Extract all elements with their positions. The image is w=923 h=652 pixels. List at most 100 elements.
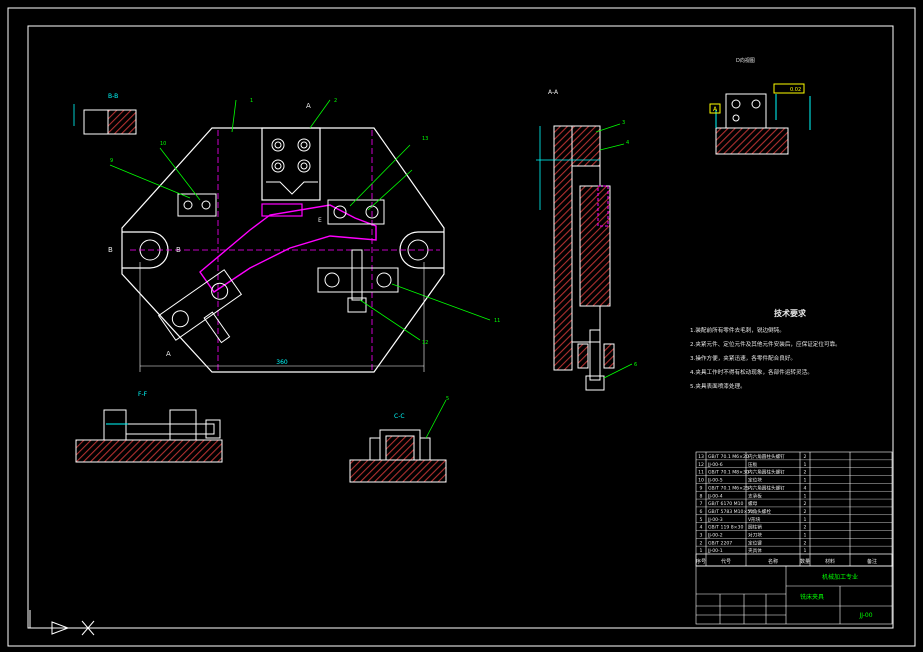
balloon-13: 13 [422,136,428,142]
bom-cell-qty: 1 [804,517,807,523]
bom-col-code: 代号 [721,558,731,565]
bom-col-qty: 数量 [800,558,810,565]
notes-title: 技术要求 [774,308,807,318]
bom-cell-qty: 2 [804,509,807,515]
bom-cell-name: 定位块 [748,477,762,484]
marker-a-top: A [306,102,311,110]
balloon-4: 4 [626,140,629,146]
overall-width-dimension: 360 [276,359,288,366]
section-ff-label: F-F [138,391,148,398]
bom-cell-code: JJ-00-6 [707,462,723,468]
bom-rows: 13 GB/T 70.1 M6×20 内六角圆柱头螺钉 212 JJ-00-6 压板 111… [696,453,892,554]
bom-cell-no: 3 [700,533,703,539]
clamp-assembly-right [317,199,399,313]
bom-cell-code: JJ-00-5 [707,478,723,484]
section-cc-label: C-C [394,413,405,420]
screw-holes [271,138,311,173]
note-line-1: 1.装配前所有零件去毛刺，锐边倒钝。 [690,326,785,334]
bom-col-note: 备注 [867,558,877,565]
marker-a-bottom: A [166,350,171,358]
workpiece [199,204,377,293]
bom-cell-qty: 2 [804,525,807,531]
drawing-inner-frame [27,25,894,629]
note-line-4: 4.夹具工作时不得有松动现象，各部件运转灵活。 [690,368,813,376]
bom-col-material: 材料 [825,558,835,565]
bom-cell-name: 定位键 [748,539,762,546]
bom-cell-code: GB/T 70.1 M6×20 [708,454,749,460]
marker-b-left: B [108,246,113,254]
title-drawing-name: 铣床夹具 [800,593,824,601]
bom-col-name: 名称 [768,558,778,565]
bom-cell-qty: 4 [804,485,807,491]
bom-cell-code: GB/T 5783 M10×50 [708,509,753,515]
bom-cell-no: 12 [698,462,704,468]
bom-cell-qty: 1 [804,533,807,539]
bom-cell-code: GB/T 70.1 M8×30 [708,470,749,476]
section-ff-view[interactable]: F-F [75,391,223,463]
balloon-6: 6 [634,362,637,368]
bom-cell-no: 4 [700,525,703,531]
bom-cell-no: 2 [700,540,703,546]
note-line-3: 3.操作方便，夹紧迅速，各零件配合良好。 [690,354,796,362]
section-bb-view[interactable]: B-B [73,93,137,135]
bom-cell-name: 六角头螺栓 [748,508,771,515]
ucs-icon [29,610,95,636]
bom-cell-qty: 1 [804,493,807,499]
clamp-assembly-left [157,193,243,344]
bom-cell-name: V形块 [748,516,761,523]
bom-cell-qty: 1 [804,462,807,468]
datum-label: A [713,106,718,113]
section-aa-label: A-A [548,89,559,96]
bom-cell-no: 1 [700,548,703,554]
balloon-5: 5 [446,396,449,402]
bom-cell-code: GB/T 119 8×30 [708,525,743,531]
bom-cell-name: 内六角圆柱头螺钉 [748,453,785,460]
drawing-outer-frame [7,7,916,647]
flatness-tolerance: 0.02 [790,87,801,93]
bom-cell-qty: 1 [804,478,807,484]
bom-cell-code: GB/T 70.1 M6×25 [708,485,749,491]
note-line-2: 2.夹紧元件、定位元件及其他元件安装后，应保证定位可靠。 [690,340,841,348]
bom-cell-name: 内六角圆柱头螺钉 [748,469,785,476]
bom-cell-name: 内六角圆柱头螺钉 [748,484,785,491]
section-bb-label: B-B [108,93,118,100]
marker-e: E [318,217,322,224]
main-plan-view[interactable]: 360 B B A A E 1 2 9 10 11 12 13 [108,98,500,373]
bom-cell-name: 对刀块 [748,532,762,539]
balloon-9: 9 [110,158,113,164]
rotated-view[interactable]: D向视图 A 0.02 [709,57,811,155]
section-aa-view[interactable]: A-A 3 4 6 [536,89,637,391]
balloon-12: 12 [422,340,428,346]
balloon-2: 2 [334,98,337,104]
bom-cell-no: 8 [700,493,703,499]
bom-cell-no: 10 [698,478,704,484]
marker-b-right: B [176,246,181,254]
bom-cell-no: 7 [700,501,703,507]
v-block [261,127,321,201]
bom-cell-no: 13 [698,454,704,460]
bom-cell-code: JJ-00-3 [707,517,723,523]
bom-cell-no: 9 [700,485,703,491]
title-school: 机械加工专业 [822,573,858,581]
bom-cell-no: 5 [700,517,703,523]
bom-cell-name: 圆柱销 [748,524,762,531]
bom-cell-code: GB/T 6170 M10 [708,501,744,507]
bom-cell-name: 夹具体 [748,547,762,554]
balloon-1: 1 [250,98,253,104]
bom-cell-qty: 2 [804,501,807,507]
section-cc-view[interactable]: C-C 5 [349,396,449,483]
bom-cell-code: JJ-00-1 [707,548,723,554]
bom-cell-name: 压板 [748,461,758,468]
rotated-view-label: D向视图 [736,57,755,64]
bom-cell-code: GB/T 2207 [708,540,732,546]
cad-drawing-canvas[interactable]: 360 B B A A E 1 2 9 10 11 12 13 B-B A-A [0,0,923,652]
bom-cell-no: 11 [698,470,704,476]
bom-cell-name: 支承板 [748,492,762,499]
bom-cell-qty: 1 [804,548,807,554]
balloon-10: 10 [160,141,166,147]
technical-notes: 技术要求 1.装配前所有零件去毛刺，锐边倒钝。 2.夹紧元件、定位元件及其他元件… [690,308,841,390]
bom-cell-name: 螺母 [748,500,758,507]
note-line-5: 5.夹具表面喷漆处理。 [690,382,746,390]
balloon-11: 11 [494,318,500,324]
title-drawing-no: JJ-00 [858,612,872,619]
